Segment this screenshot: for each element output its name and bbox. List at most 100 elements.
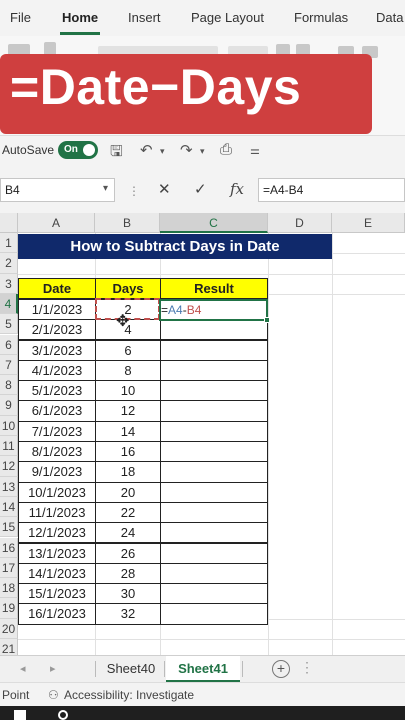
column-header-c[interactable]: C <box>160 213 268 233</box>
row-header-20[interactable]: 20 <box>0 618 18 639</box>
days-cell[interactable]: 20 <box>95 481 161 503</box>
days-cell[interactable]: 6 <box>95 339 161 361</box>
row-header-2[interactable]: 2 <box>0 253 18 274</box>
redo-dropdown-icon[interactable]: ▾ <box>200 146 205 157</box>
header-result[interactable]: Result <box>160 278 268 299</box>
save-icon[interactable]: 🖫 <box>110 141 123 166</box>
result-cell[interactable] <box>160 461 268 483</box>
tab-home[interactable]: Home <box>62 10 98 25</box>
row-header-8[interactable]: 8 <box>0 375 18 396</box>
row-header-16[interactable]: 16 <box>0 537 18 558</box>
add-sheet-icon[interactable]: + <box>272 660 290 678</box>
days-cell[interactable]: 12 <box>95 400 161 422</box>
row-header-4[interactable]: 4 <box>0 293 18 315</box>
enter-check-icon[interactable]: ✓ <box>194 180 207 198</box>
tab-page-layout[interactable]: Page Layout <box>191 10 264 25</box>
chevron-down-icon[interactable]: ▾ <box>103 183 108 194</box>
header-days[interactable]: Days <box>95 278 161 299</box>
days-cell[interactable]: 14 <box>95 420 161 442</box>
days-cell[interactable]: 18 <box>95 461 161 483</box>
insert-function-icon[interactable]: fx <box>230 180 244 198</box>
days-cell[interactable]: 28 <box>95 562 161 585</box>
date-cell[interactable]: 10/1/2023 <box>18 481 96 503</box>
name-box[interactable]: B4 ▾ <box>0 178 115 202</box>
row-header-1[interactable]: 1 <box>0 233 18 254</box>
sheet-title-cell[interactable]: How to Subtract Days in Date <box>18 234 332 259</box>
row-header-15[interactable]: 15 <box>0 517 18 538</box>
windows-start-icon[interactable] <box>14 710 26 720</box>
prev-sheet-icon[interactable]: ◂ <box>20 662 26 675</box>
days-cell[interactable]: 26 <box>95 542 161 564</box>
row-header-13[interactable]: 13 <box>0 476 18 497</box>
row-header-10[interactable]: 10 <box>0 415 18 436</box>
days-cell[interactable]: 30 <box>95 583 161 605</box>
result-cell[interactable] <box>160 501 268 524</box>
date-cell[interactable]: 4/1/2023 <box>18 359 96 382</box>
next-sheet-icon[interactable]: ▸ <box>50 662 56 675</box>
result-cell[interactable] <box>160 359 268 382</box>
row-header-11[interactable]: 11 <box>0 436 18 457</box>
row-header-14[interactable]: 14 <box>0 496 18 518</box>
result-cell[interactable] <box>160 420 268 442</box>
days-cell[interactable]: 32 <box>95 603 161 625</box>
result-cell[interactable] <box>160 522 268 544</box>
print-preview-icon[interactable]: ⎙ <box>220 141 232 158</box>
result-cell[interactable] <box>160 481 268 503</box>
row-header-19[interactable]: 19 <box>0 598 18 619</box>
row-header-5[interactable]: 5 <box>0 314 18 335</box>
undo-dropdown-icon[interactable]: ▾ <box>160 146 165 157</box>
fill-handle[interactable] <box>264 317 270 323</box>
header-date[interactable]: Date <box>18 278 96 299</box>
date-cell[interactable]: 1/1/2023 <box>18 298 96 321</box>
date-cell[interactable]: 8/1/2023 <box>18 441 96 463</box>
column-header-b[interactable]: B <box>95 213 160 233</box>
date-cell[interactable]: 15/1/2023 <box>18 583 96 605</box>
formula-input[interactable]: =A4-B4 <box>258 178 405 202</box>
result-cell[interactable] <box>160 441 268 463</box>
date-cell[interactable]: 3/1/2023 <box>18 339 96 361</box>
result-cell[interactable] <box>160 603 268 625</box>
date-cell[interactable]: 12/1/2023 <box>18 522 96 544</box>
cancel-icon[interactable]: ✕ <box>158 180 171 198</box>
date-cell[interactable]: 6/1/2023 <box>18 400 96 422</box>
date-cell[interactable]: 16/1/2023 <box>18 603 96 625</box>
date-cell[interactable]: 7/1/2023 <box>18 420 96 442</box>
date-cell[interactable]: 2/1/2023 <box>18 319 96 341</box>
result-cell[interactable] <box>160 583 268 605</box>
date-cell[interactable]: 5/1/2023 <box>18 380 96 402</box>
redo-icon[interactable]: ↷ <box>180 141 193 159</box>
sheet-tab-sheet40[interactable]: Sheet40 <box>100 656 162 682</box>
worksheet-grid[interactable]: A B C D E 1 2 3 4 5 6 7 8 9 10 11 12 13 … <box>0 213 405 655</box>
accessibility-icon[interactable]: ⚇ <box>48 688 59 702</box>
tab-file[interactable]: File <box>10 10 31 25</box>
row-header-6[interactable]: 6 <box>0 334 18 355</box>
tab-split-icon[interactable]: ⋮ <box>300 659 314 676</box>
days-cell[interactable]: 24 <box>95 522 161 544</box>
tab-formulas[interactable]: Formulas <box>294 10 348 25</box>
row-header-21[interactable]: 21 <box>0 639 18 655</box>
result-cell[interactable] <box>160 400 268 422</box>
search-icon[interactable] <box>58 710 68 720</box>
tab-data[interactable]: Data <box>376 10 403 25</box>
result-cell[interactable] <box>160 562 268 585</box>
date-cell[interactable]: 9/1/2023 <box>18 461 96 483</box>
customize-toolbar-icon[interactable]: ⚌ <box>250 144 260 157</box>
row-header-3[interactable]: 3 <box>0 273 18 294</box>
date-cell[interactable]: 11/1/2023 <box>18 501 96 524</box>
column-header-e[interactable]: E <box>332 213 405 233</box>
in-cell-formula[interactable]: =A4-B4 <box>161 301 201 319</box>
result-cell[interactable] <box>160 542 268 564</box>
autosave-toggle[interactable]: On <box>58 141 98 159</box>
row-header-12[interactable]: 12 <box>0 456 18 477</box>
result-cell[interactable] <box>160 339 268 361</box>
column-header-d[interactable]: D <box>268 213 332 233</box>
row-header-17[interactable]: 17 <box>0 557 18 579</box>
column-header-a[interactable]: A <box>18 213 95 233</box>
result-cell[interactable] <box>160 380 268 402</box>
row-header-7[interactable]: 7 <box>0 354 18 376</box>
days-cell[interactable]: 8 <box>95 359 161 382</box>
select-all-corner[interactable] <box>0 213 18 233</box>
undo-icon[interactable]: ↶ <box>140 141 153 159</box>
days-cell[interactable]: 10 <box>95 380 161 402</box>
days-cell[interactable]: 22 <box>95 501 161 524</box>
